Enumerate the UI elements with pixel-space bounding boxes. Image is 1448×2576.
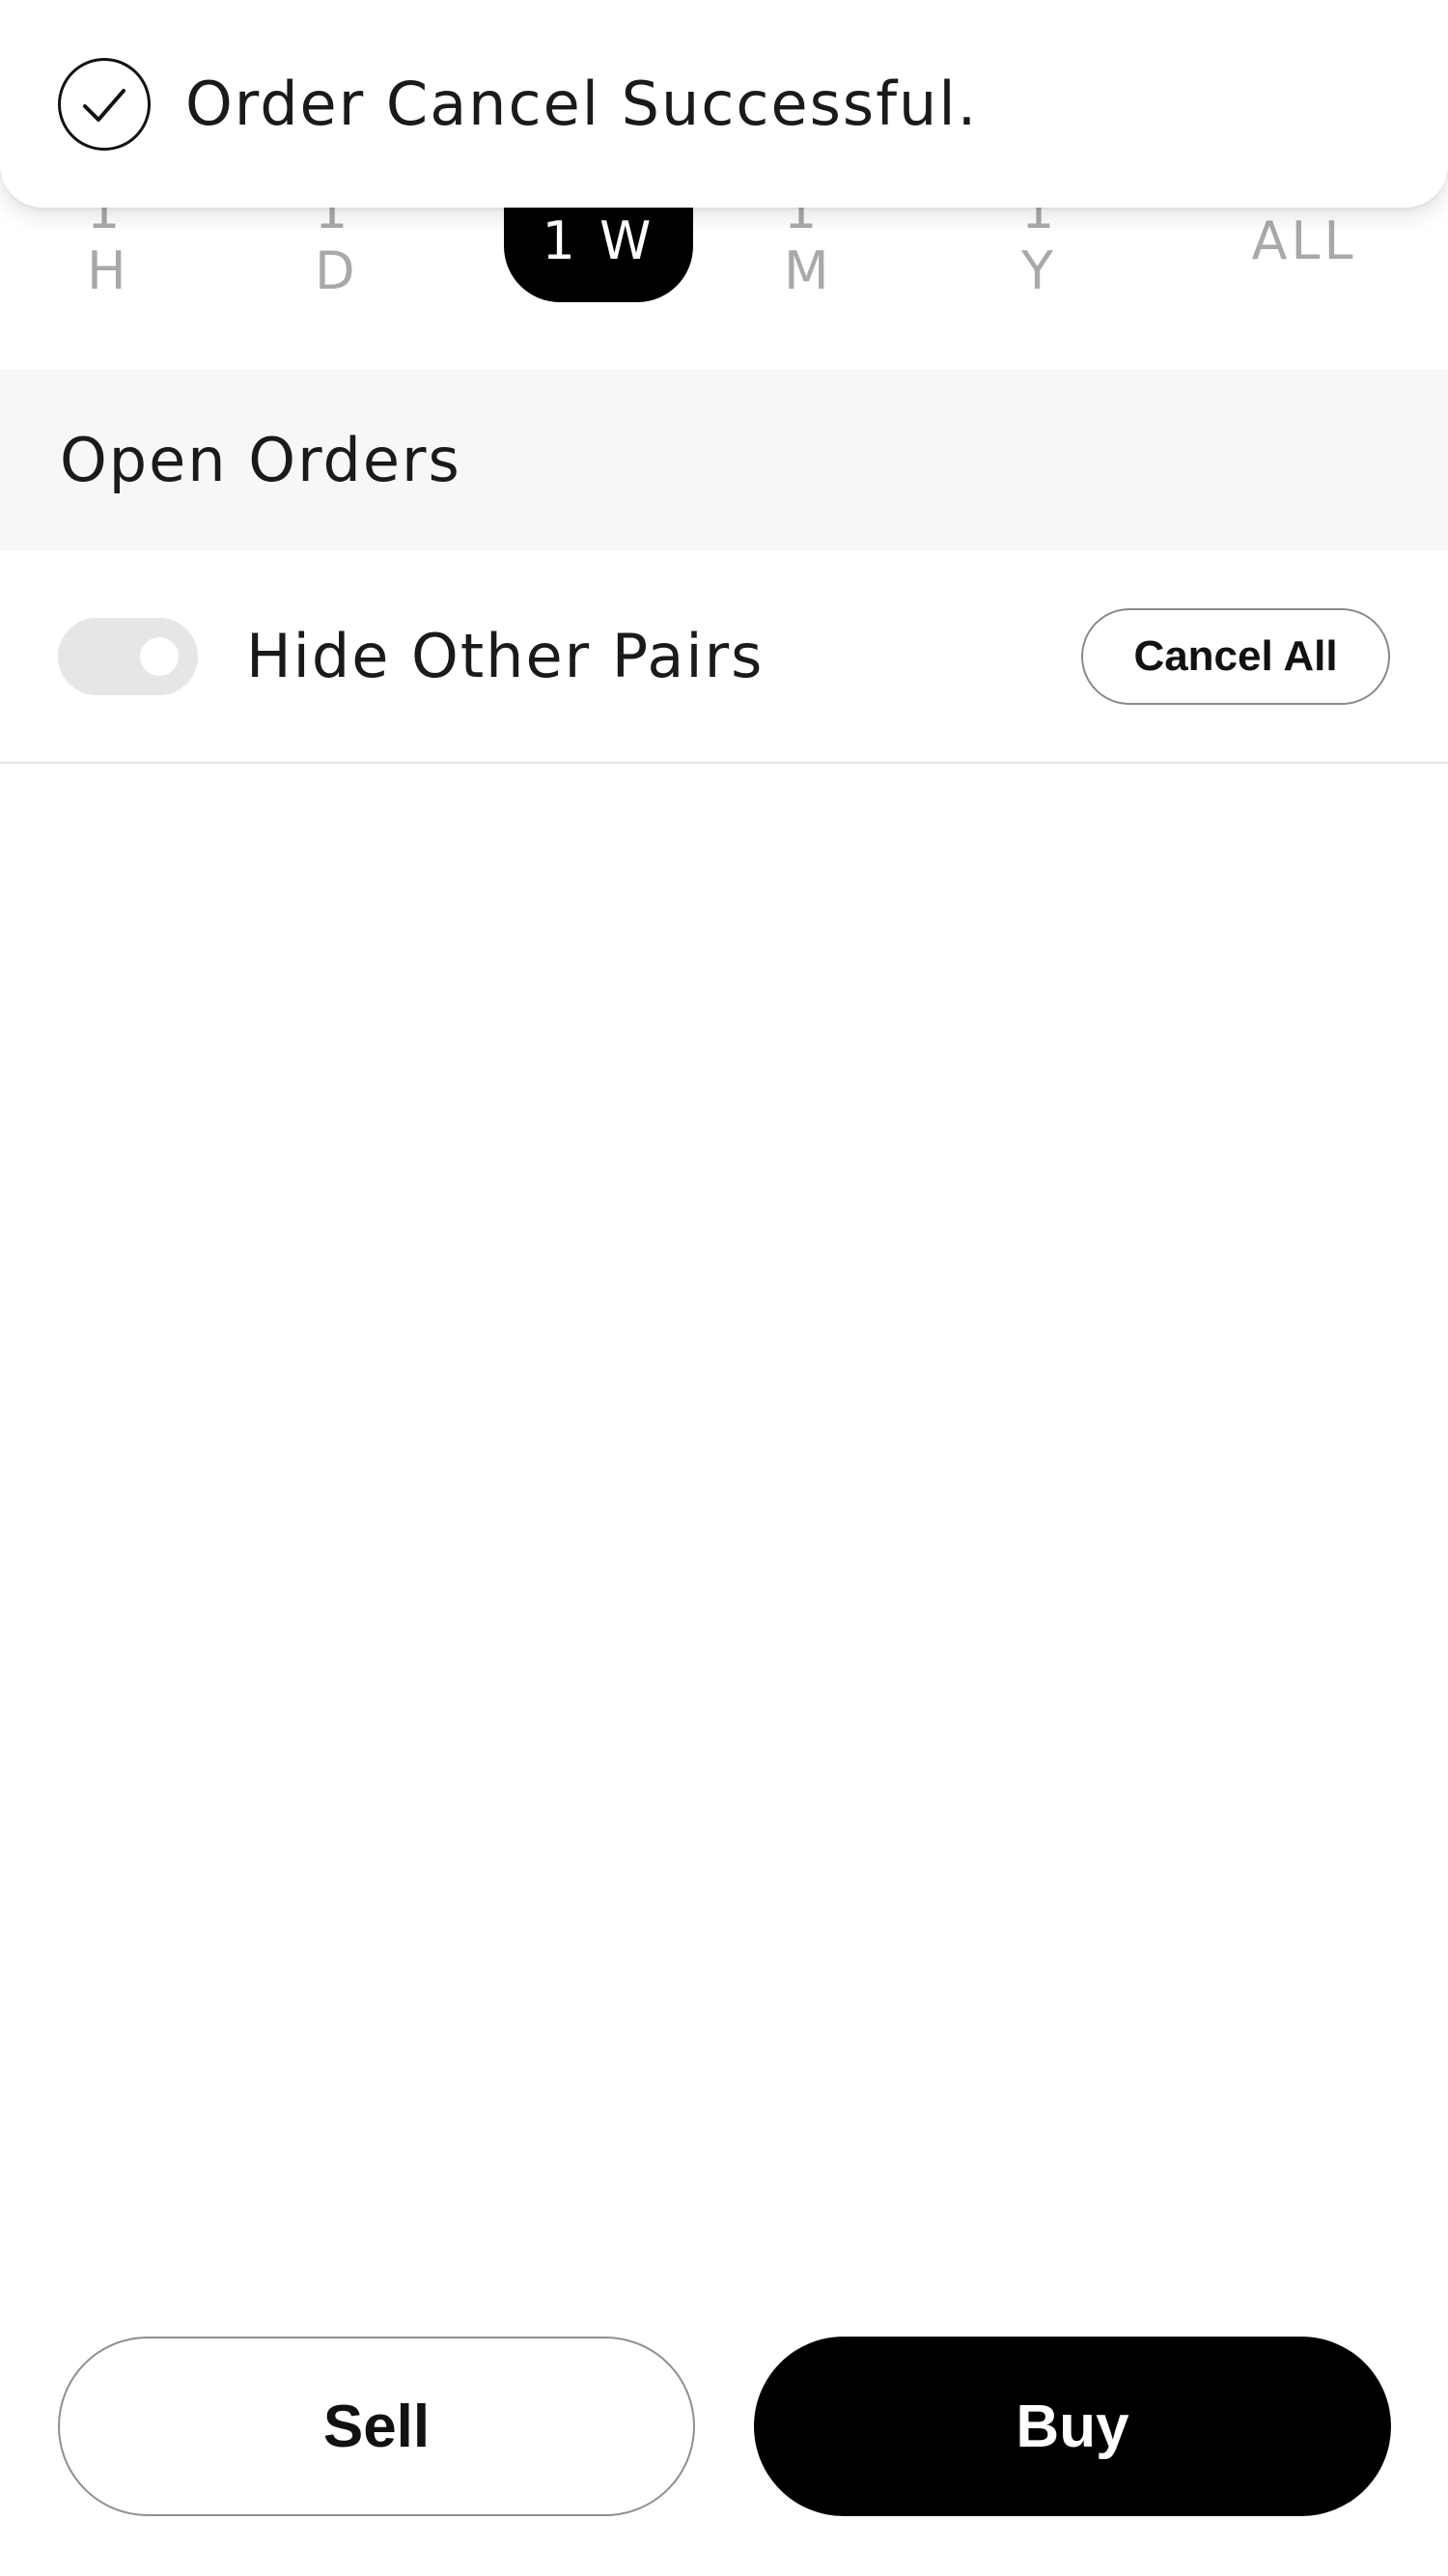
sell-button[interactable]: Sell <box>58 2337 695 2516</box>
section-title: Open Orders <box>60 425 461 495</box>
hide-other-pairs-label: Hide Other Pairs <box>246 621 765 691</box>
toggle-knob <box>140 636 179 676</box>
open-orders-header: Open Orders <box>0 370 1448 550</box>
check-circle-icon <box>58 57 151 151</box>
buy-button[interactable]: Buy <box>754 2337 1391 2516</box>
open-orders-controls: Hide Other Pairs Cancel All <box>0 550 1448 764</box>
time-range-tabs: 1 H 1 D 1 W 1 M 1 Y ALL <box>0 179 1448 370</box>
success-toast: Order Cancel Successful. <box>0 0 1448 208</box>
hide-other-pairs-toggle[interactable] <box>58 617 198 695</box>
toast-message: Order Cancel Successful. <box>185 69 979 139</box>
cancel-all-button[interactable]: Cancel All <box>1081 608 1390 705</box>
trading-screen: Order Cancel Successful. 1 H 1 D 1 W 1 M… <box>0 0 1448 2576</box>
